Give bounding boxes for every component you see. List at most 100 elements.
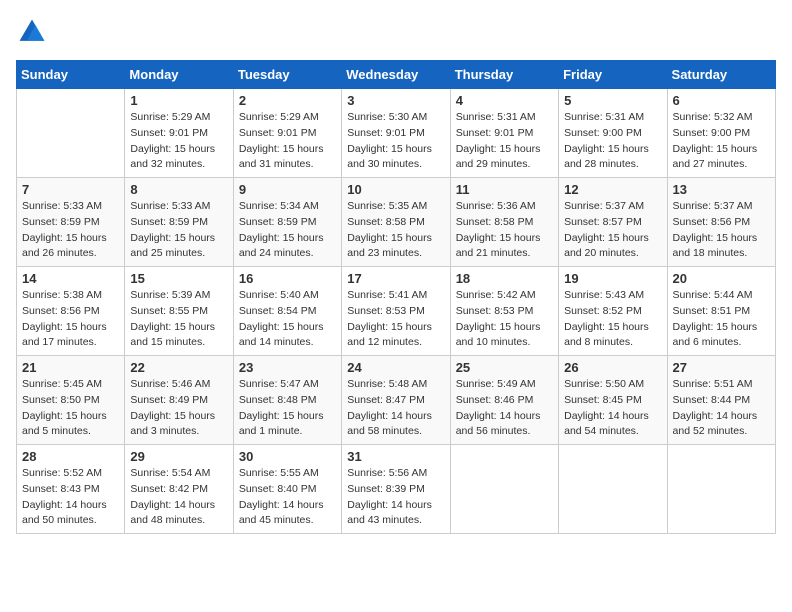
calendar-cell: 23 Sunrise: 5:47 AMSunset: 8:48 PMDayligh… <box>233 356 341 445</box>
day-number: 19 <box>564 271 661 286</box>
calendar-cell: 30Sunrise: 5:55 AMSunset: 8:40 PMDayligh… <box>233 445 341 534</box>
day-number: 5 <box>564 93 661 108</box>
day-info: Sunrise: 5:41 AMSunset: 8:53 PMDaylight:… <box>347 288 444 351</box>
day-number: 2 <box>239 93 336 108</box>
calendar-cell: 5Sunrise: 5:31 AMSunset: 9:00 PMDaylight… <box>559 89 667 178</box>
day-number: 26 <box>564 360 661 375</box>
day-number: 8 <box>130 182 227 197</box>
day-info: Sunrise: 5:48 AMSunset: 8:47 PMDaylight:… <box>347 377 444 440</box>
day-info: Sunrise: 5:34 AMSunset: 8:59 PMDaylight:… <box>239 199 336 262</box>
day-number: 27 <box>673 360 770 375</box>
day-number: 23 <box>239 360 336 375</box>
day-info: Sunrise: 5:29 AMSunset: 9:01 PMDaylight:… <box>130 110 227 173</box>
calendar-cell: 20 Sunrise: 5:44 AMSunset: 8:51 PMDayligh… <box>667 267 775 356</box>
calendar-week-5: 28Sunrise: 5:52 AMSunset: 8:43 PMDayligh… <box>17 445 776 534</box>
day-number: 14 <box>22 271 119 286</box>
calendar-cell: 9 Sunrise: 5:34 AMSunset: 8:59 PMDaylight… <box>233 178 341 267</box>
calendar-cell: 16 Sunrise: 5:40 AMSunset: 8:54 PMDayligh… <box>233 267 341 356</box>
calendar-cell: 26 Sunrise: 5:50 AMSunset: 8:45 PMDayligh… <box>559 356 667 445</box>
day-number: 20 <box>673 271 770 286</box>
day-number: 10 <box>347 182 444 197</box>
day-info: Sunrise: 5:32 AMSunset: 9:00 PMDaylight:… <box>673 110 770 173</box>
day-info: Sunrise: 5:46 AMSunset: 8:49 PMDaylight:… <box>130 377 227 440</box>
calendar-cell: 1 Sunrise: 5:29 AMSunset: 9:01 PMDaylight… <box>125 89 233 178</box>
day-info: Sunrise: 5:47 AMSunset: 8:48 PMDaylight:… <box>239 377 336 440</box>
day-info: Sunrise: 5:37 AMSunset: 8:57 PMDaylight:… <box>564 199 661 262</box>
day-number: 21 <box>22 360 119 375</box>
calendar-cell: 14 Sunrise: 5:38 AMSunset: 8:56 PMDayligh… <box>17 267 125 356</box>
calendar-table: SundayMondayTuesdayWednesdayThursdayFrid… <box>16 60 776 534</box>
day-number: 18 <box>456 271 553 286</box>
calendar-cell: 25 Sunrise: 5:49 AMSunset: 8:46 PMDayligh… <box>450 356 558 445</box>
calendar-cell: 10 Sunrise: 5:35 AMSunset: 8:58 PMDayligh… <box>342 178 450 267</box>
calendar-cell: 24 Sunrise: 5:48 AMSunset: 8:47 PMDayligh… <box>342 356 450 445</box>
calendar-week-2: 7 Sunrise: 5:33 AMSunset: 8:59 PMDaylight… <box>17 178 776 267</box>
calendar-cell: 4 Sunrise: 5:31 AMSunset: 9:01 PMDaylight… <box>450 89 558 178</box>
logo-icon <box>16 16 48 48</box>
day-info: Sunrise: 5:52 AMSunset: 8:43 PMDaylight:… <box>22 466 119 529</box>
calendar-cell: 3Sunrise: 5:30 AMSunset: 9:01 PMDaylight… <box>342 89 450 178</box>
calendar-cell: 12 Sunrise: 5:37 AMSunset: 8:57 PMDayligh… <box>559 178 667 267</box>
day-info: Sunrise: 5:38 AMSunset: 8:56 PMDaylight:… <box>22 288 119 351</box>
calendar-cell: 18 Sunrise: 5:42 AMSunset: 8:53 PMDayligh… <box>450 267 558 356</box>
day-number: 22 <box>130 360 227 375</box>
day-info: Sunrise: 5:56 AMSunset: 8:39 PMDaylight:… <box>347 466 444 529</box>
day-info: Sunrise: 5:33 AMSunset: 8:59 PMDaylight:… <box>130 199 227 262</box>
calendar-week-4: 21 Sunrise: 5:45 AMSunset: 8:50 PMDayligh… <box>17 356 776 445</box>
day-info: Sunrise: 5:54 AMSunset: 8:42 PMDaylight:… <box>130 466 227 529</box>
day-info: Sunrise: 5:51 AMSunset: 8:44 PMDaylight:… <box>673 377 770 440</box>
day-info: Sunrise: 5:43 AMSunset: 8:52 PMDaylight:… <box>564 288 661 351</box>
day-number: 1 <box>130 93 227 108</box>
day-number: 12 <box>564 182 661 197</box>
page-header <box>16 16 776 48</box>
col-header-monday: Monday <box>125 61 233 89</box>
day-number: 4 <box>456 93 553 108</box>
day-info: Sunrise: 5:39 AMSunset: 8:55 PMDaylight:… <box>130 288 227 351</box>
day-info: Sunrise: 5:55 AMSunset: 8:40 PMDaylight:… <box>239 466 336 529</box>
day-info: Sunrise: 5:29 AMSunset: 9:01 PMDaylight:… <box>239 110 336 173</box>
calendar-cell <box>17 89 125 178</box>
day-info: Sunrise: 5:50 AMSunset: 8:45 PMDaylight:… <box>564 377 661 440</box>
day-info: Sunrise: 5:35 AMSunset: 8:58 PMDaylight:… <box>347 199 444 262</box>
calendar-cell: 29 Sunrise: 5:54 AMSunset: 8:42 PMDayligh… <box>125 445 233 534</box>
day-info: Sunrise: 5:44 AMSunset: 8:51 PMDaylight:… <box>673 288 770 351</box>
col-header-thursday: Thursday <box>450 61 558 89</box>
calendar-cell: 21 Sunrise: 5:45 AMSunset: 8:50 PMDayligh… <box>17 356 125 445</box>
day-number: 7 <box>22 182 119 197</box>
calendar-cell: 2 Sunrise: 5:29 AMSunset: 9:01 PMDaylight… <box>233 89 341 178</box>
calendar-cell: 15Sunrise: 5:39 AMSunset: 8:55 PMDayligh… <box>125 267 233 356</box>
calendar-cell <box>667 445 775 534</box>
day-number: 17 <box>347 271 444 286</box>
logo <box>16 16 52 48</box>
day-number: 13 <box>673 182 770 197</box>
day-number: 3 <box>347 93 444 108</box>
day-number: 25 <box>456 360 553 375</box>
calendar-cell <box>559 445 667 534</box>
day-info: Sunrise: 5:40 AMSunset: 8:54 PMDaylight:… <box>239 288 336 351</box>
calendar-cell: 7Sunrise: 5:33 AMSunset: 8:59 PMDaylight… <box>17 178 125 267</box>
calendar-cell: 22 Sunrise: 5:46 AMSunset: 8:49 PMDayligh… <box>125 356 233 445</box>
calendar-cell: 17 Sunrise: 5:41 AMSunset: 8:53 PMDayligh… <box>342 267 450 356</box>
col-header-sunday: Sunday <box>17 61 125 89</box>
day-info: Sunrise: 5:36 AMSunset: 8:58 PMDaylight:… <box>456 199 553 262</box>
calendar-cell: 6Sunrise: 5:32 AMSunset: 9:00 PMDaylight… <box>667 89 775 178</box>
day-number: 31 <box>347 449 444 464</box>
col-header-saturday: Saturday <box>667 61 775 89</box>
day-number: 24 <box>347 360 444 375</box>
day-info: Sunrise: 5:45 AMSunset: 8:50 PMDaylight:… <box>22 377 119 440</box>
calendar-cell: 19 Sunrise: 5:43 AMSunset: 8:52 PMDayligh… <box>559 267 667 356</box>
day-number: 11 <box>456 182 553 197</box>
day-info: Sunrise: 5:31 AMSunset: 9:01 PMDaylight:… <box>456 110 553 173</box>
calendar-cell: 8 Sunrise: 5:33 AMSunset: 8:59 PMDaylight… <box>125 178 233 267</box>
day-info: Sunrise: 5:49 AMSunset: 8:46 PMDaylight:… <box>456 377 553 440</box>
calendar-cell <box>450 445 558 534</box>
day-number: 29 <box>130 449 227 464</box>
calendar-cell: 27 Sunrise: 5:51 AMSunset: 8:44 PMDayligh… <box>667 356 775 445</box>
day-number: 16 <box>239 271 336 286</box>
calendar-cell: 11 Sunrise: 5:36 AMSunset: 8:58 PMDayligh… <box>450 178 558 267</box>
calendar-cell: 31 Sunrise: 5:56 AMSunset: 8:39 PMDayligh… <box>342 445 450 534</box>
col-header-friday: Friday <box>559 61 667 89</box>
day-number: 9 <box>239 182 336 197</box>
calendar-cell: 28Sunrise: 5:52 AMSunset: 8:43 PMDayligh… <box>17 445 125 534</box>
day-info: Sunrise: 5:42 AMSunset: 8:53 PMDaylight:… <box>456 288 553 351</box>
